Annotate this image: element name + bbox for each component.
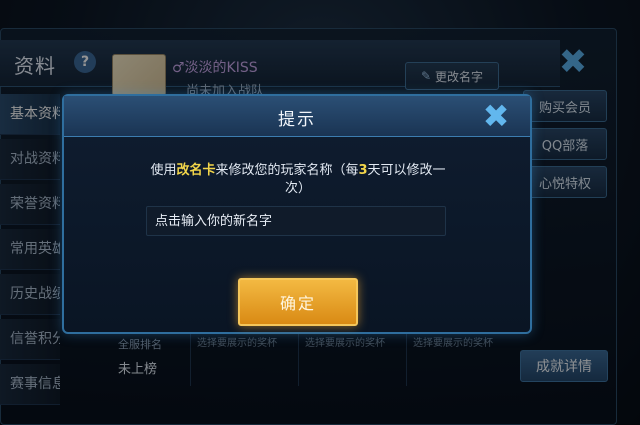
message-text: 使用 bbox=[150, 163, 177, 178]
dialog-close-icon[interactable]: ✖ bbox=[472, 97, 520, 135]
dialog-message: 使用改名卡来修改您的玩家名称（每3天可以修改一次） bbox=[148, 162, 448, 198]
dialog-title: 提示 bbox=[278, 110, 316, 130]
confirm-button[interactable]: 确定 bbox=[238, 278, 358, 326]
message-text: 来修改您的玩家名称（每 bbox=[215, 163, 359, 178]
rename-card-highlight: 改名卡 bbox=[176, 163, 216, 178]
days-highlight: 3 bbox=[358, 163, 368, 178]
new-name-input[interactable] bbox=[146, 206, 446, 236]
rename-dialog: 提示 ✖ 使用改名卡来修改您的玩家名称（每3天可以修改一次） 确定 bbox=[62, 94, 532, 334]
